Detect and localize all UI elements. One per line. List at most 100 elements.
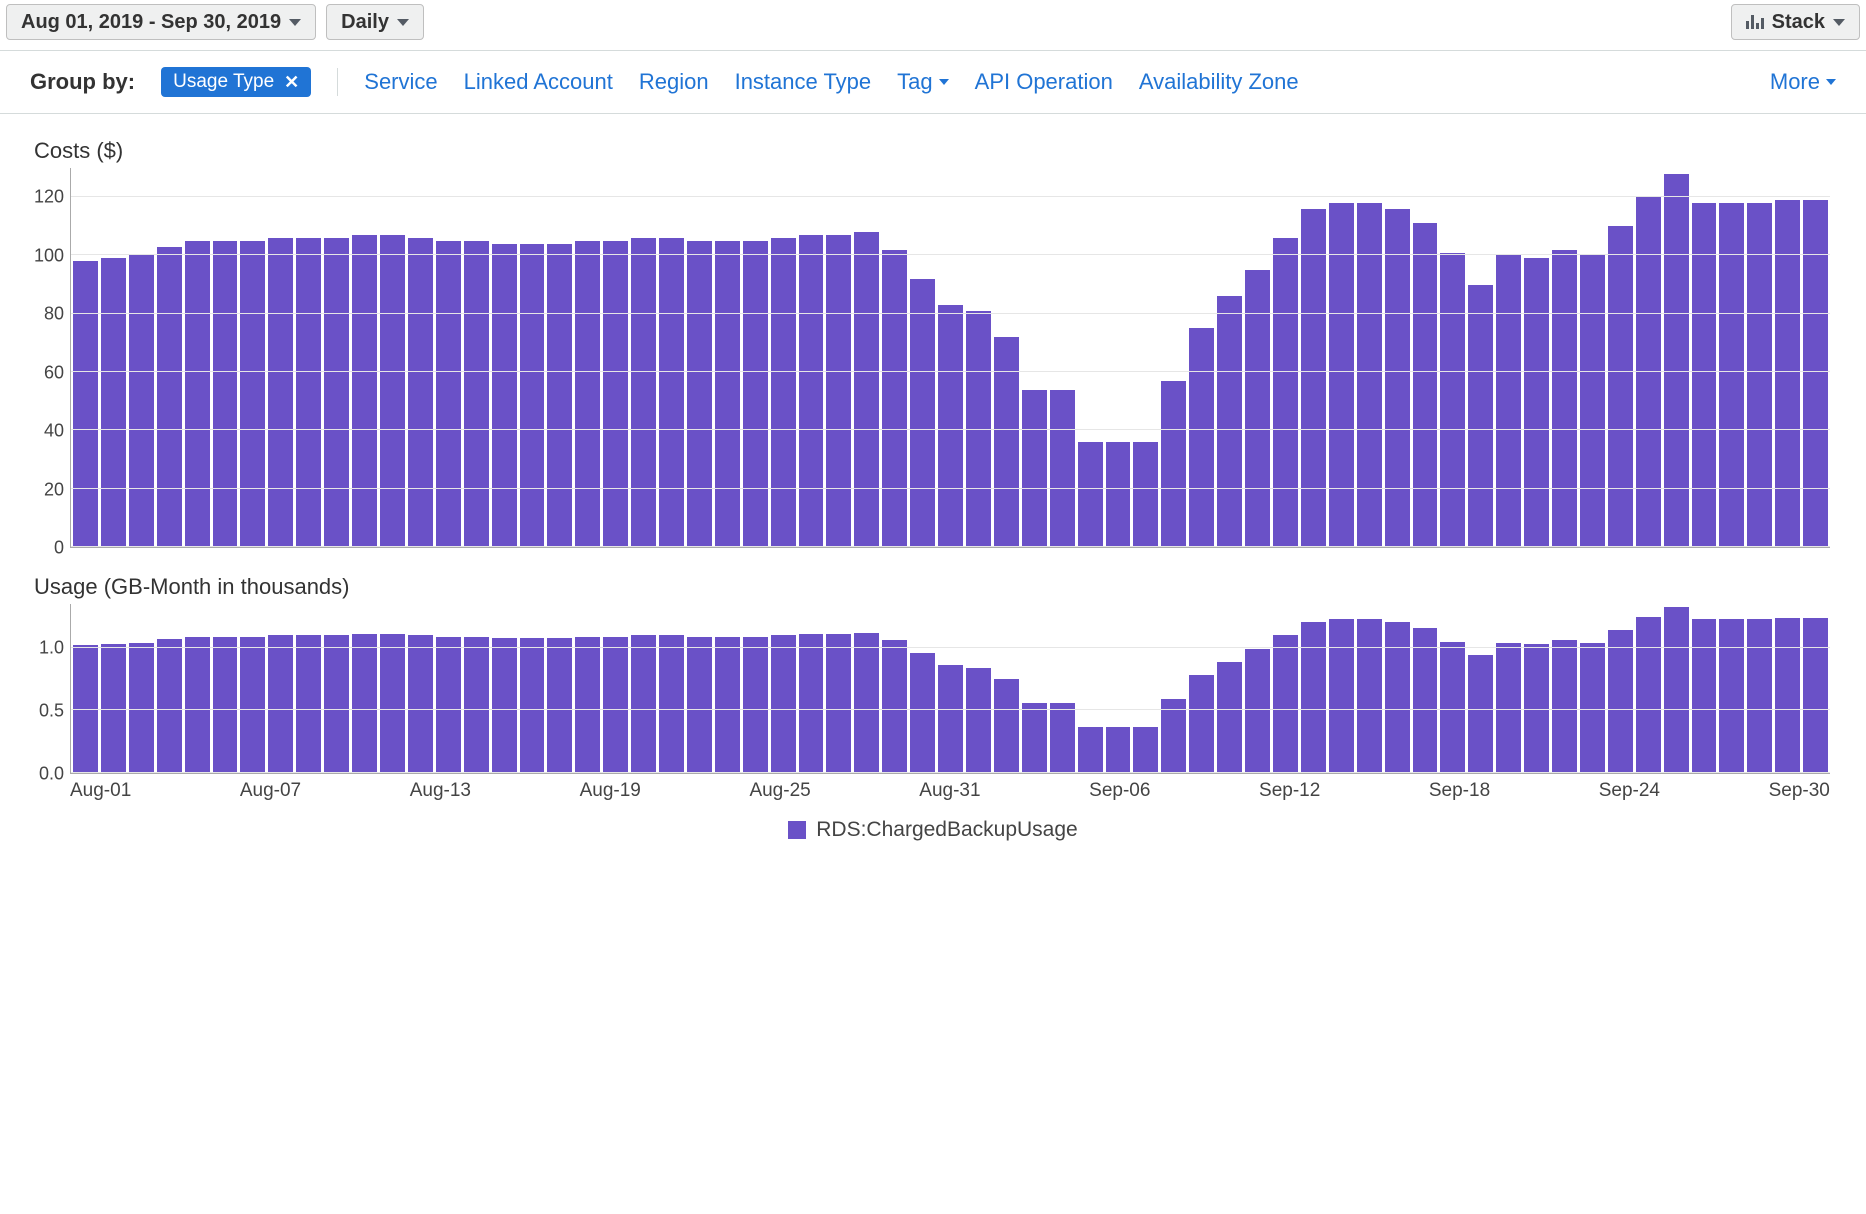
bar bbox=[1608, 226, 1633, 547]
bar bbox=[380, 235, 405, 547]
bar bbox=[492, 244, 517, 547]
bar bbox=[520, 638, 545, 773]
x-tick-label: Sep-18 bbox=[1429, 780, 1490, 802]
date-range-button[interactable]: Aug 01, 2019 - Sep 30, 2019 bbox=[6, 4, 316, 40]
bar bbox=[854, 633, 879, 773]
group-by-more[interactable]: More bbox=[1770, 69, 1836, 95]
x-tick-label: Aug-25 bbox=[749, 780, 810, 802]
bar bbox=[1133, 727, 1158, 773]
bar bbox=[1078, 442, 1103, 547]
y-tick-label: 0.0 bbox=[39, 764, 64, 785]
bar bbox=[631, 635, 656, 773]
gridline bbox=[71, 647, 1830, 648]
chart-view-button[interactable]: Stack bbox=[1731, 4, 1860, 40]
x-tick-label: Aug-19 bbox=[580, 780, 641, 802]
legend-label: RDS:ChargedBackupUsage bbox=[816, 818, 1077, 842]
bar bbox=[1357, 619, 1382, 773]
bar bbox=[296, 635, 321, 773]
group-by-option-service[interactable]: Service bbox=[364, 69, 437, 95]
group-by-option-instance-type[interactable]: Instance Type bbox=[735, 69, 872, 95]
bar bbox=[1636, 617, 1661, 773]
bar bbox=[575, 241, 600, 547]
group-by-chip-usage-type[interactable]: Usage Type ✕ bbox=[161, 67, 311, 97]
granularity-button[interactable]: Daily bbox=[326, 4, 424, 40]
date-range-label: Aug 01, 2019 - Sep 30, 2019 bbox=[21, 12, 281, 32]
bar bbox=[1106, 727, 1131, 773]
option-label: Tag bbox=[897, 69, 932, 95]
separator bbox=[337, 68, 338, 96]
bar bbox=[1580, 255, 1605, 547]
costs-bars bbox=[71, 168, 1830, 547]
gridline bbox=[71, 488, 1830, 489]
chevron-down-icon bbox=[939, 79, 949, 85]
chevron-down-icon bbox=[1833, 19, 1845, 26]
charts-area: Costs ($) 020406080100120 Usage (GB-Mont… bbox=[0, 114, 1866, 858]
chevron-down-icon bbox=[1826, 79, 1836, 85]
group-by-option-linked-account[interactable]: Linked Account bbox=[464, 69, 613, 95]
bar bbox=[1273, 635, 1298, 773]
y-tick-label: 40 bbox=[44, 421, 64, 442]
bar bbox=[1050, 703, 1075, 773]
bar bbox=[938, 665, 963, 773]
bar bbox=[743, 637, 768, 773]
gridline bbox=[71, 546, 1830, 547]
bar bbox=[799, 634, 824, 773]
bar bbox=[771, 635, 796, 773]
bar bbox=[1329, 619, 1354, 773]
close-icon[interactable]: ✕ bbox=[284, 72, 299, 93]
chevron-down-icon bbox=[397, 19, 409, 26]
more-label: More bbox=[1770, 69, 1820, 95]
bar bbox=[1552, 250, 1577, 547]
bar bbox=[436, 241, 461, 547]
group-by-option-availability-zone[interactable]: Availability Zone bbox=[1139, 69, 1299, 95]
chevron-down-icon bbox=[289, 19, 301, 26]
bar bbox=[1664, 607, 1689, 773]
bar bbox=[101, 258, 126, 547]
bar bbox=[1580, 643, 1605, 773]
gridline bbox=[71, 196, 1830, 197]
bar bbox=[687, 637, 712, 773]
usage-y-axis: 0.00.51.0 bbox=[30, 604, 70, 774]
bar bbox=[1301, 209, 1326, 547]
bar bbox=[1106, 442, 1131, 547]
gridline bbox=[71, 429, 1830, 430]
bar bbox=[659, 238, 684, 547]
bar bbox=[575, 637, 600, 773]
y-tick-label: 20 bbox=[44, 479, 64, 500]
bar bbox=[1050, 390, 1075, 547]
granularity-label: Daily bbox=[341, 12, 389, 32]
bar bbox=[1775, 618, 1800, 773]
bar bbox=[1747, 619, 1772, 773]
bar bbox=[492, 638, 517, 773]
group-by-option-tag[interactable]: Tag bbox=[897, 69, 948, 95]
group-by-option-api-operation[interactable]: API Operation bbox=[975, 69, 1113, 95]
bar bbox=[1022, 703, 1047, 773]
bar bbox=[603, 241, 628, 547]
bar bbox=[1189, 328, 1214, 547]
gridline bbox=[71, 709, 1830, 710]
bar bbox=[1468, 285, 1493, 547]
y-tick-label: 80 bbox=[44, 304, 64, 325]
group-by-option-region[interactable]: Region bbox=[639, 69, 709, 95]
x-tick-label: Sep-06 bbox=[1089, 780, 1150, 802]
chip-label: Usage Type bbox=[173, 71, 274, 93]
bar bbox=[966, 668, 991, 773]
bar bbox=[1440, 253, 1465, 547]
bar bbox=[631, 238, 656, 547]
bar bbox=[854, 232, 879, 547]
bar bbox=[547, 244, 572, 547]
gridline bbox=[71, 254, 1830, 255]
bar bbox=[826, 235, 851, 547]
x-axis: Aug-01Aug-07Aug-13Aug-19Aug-25Aug-31Sep-… bbox=[70, 774, 1830, 802]
bar bbox=[1413, 628, 1438, 773]
group-by-bar: Group by: Usage Type ✕ Service Linked Ac… bbox=[0, 51, 1866, 114]
bar bbox=[1775, 200, 1800, 547]
bar bbox=[1468, 655, 1493, 773]
bar bbox=[715, 241, 740, 547]
bar bbox=[1161, 381, 1186, 547]
bar bbox=[157, 247, 182, 547]
bar bbox=[882, 640, 907, 773]
bar bbox=[882, 250, 907, 547]
x-tick-label: Aug-07 bbox=[240, 780, 301, 802]
bar bbox=[213, 637, 238, 773]
